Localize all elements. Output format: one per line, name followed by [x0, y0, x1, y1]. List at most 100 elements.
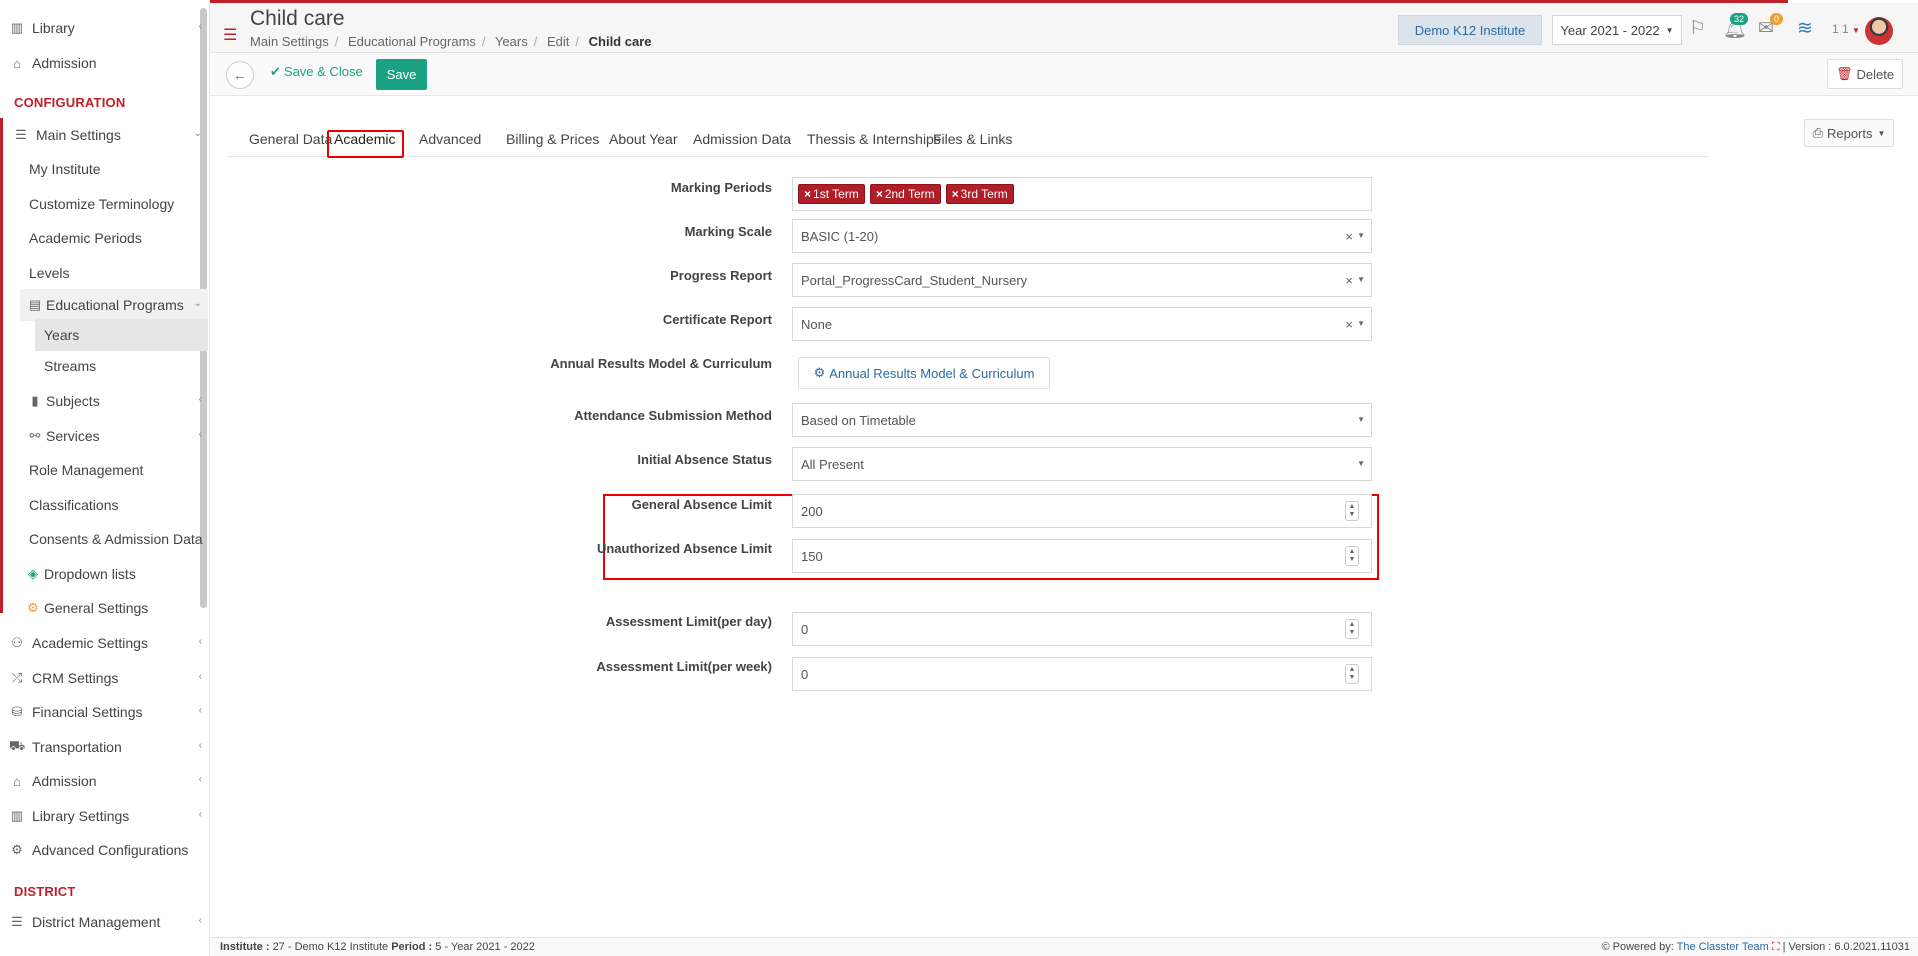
chevron-left-icon: ‹	[198, 809, 202, 820]
annual-results-button[interactable]: ⚙ Annual Results Model & Curriculum	[798, 357, 1050, 389]
classter-team-link[interactable]: The Classter Team	[1677, 941, 1769, 953]
remove-tag-icon[interactable]: ×	[876, 187, 883, 201]
sidebar-item-dropdown-lists[interactable]: ◈ Dropdown lists	[0, 558, 208, 590]
caret-down-icon: ▼	[1357, 275, 1365, 284]
sidebar-item-admission[interactable]: ⌂ Admission ‹	[0, 765, 208, 797]
sidebar-item-levels[interactable]: Levels	[0, 257, 208, 289]
sidebar-item-streams[interactable]: Streams	[0, 350, 208, 382]
notification-count-badge: 32	[1730, 13, 1749, 25]
tab-files-links[interactable]: Files & Links	[933, 131, 1012, 147]
unauthorized-absence-input[interactable]: 150 ▲ ▼	[792, 539, 1372, 573]
people-icon: ⚇	[11, 635, 23, 650]
caret-down-icon: ▼	[1357, 231, 1365, 240]
sidebar-item-academic-periods[interactable]: Academic Periods	[0, 222, 208, 254]
marking-scale-select[interactable]: BASIC (1-20) × ▼	[792, 219, 1372, 253]
clear-icon[interactable]: ×	[1345, 273, 1353, 288]
clear-icon[interactable]: ×	[1345, 317, 1353, 332]
breadcrumb-edit[interactable]: Edit	[547, 34, 569, 49]
gears-icon: ⚙	[813, 365, 826, 380]
caret-down-icon: ▼	[1357, 415, 1365, 424]
footer-powered-by: Powered by:	[1612, 941, 1674, 953]
sidebar-item-academic-settings[interactable]: ⚇ Academic Settings ‹	[0, 627, 208, 659]
footer-period-value: 5 - Year 2021 - 2022	[435, 941, 535, 953]
save-and-close-button[interactable]: ✔ Save & Close	[270, 64, 363, 80]
certificate-report-select[interactable]: None × ▼	[792, 307, 1372, 341]
sidebar-item-financial-settings[interactable]: ⛁ Financial Settings ‹	[0, 696, 208, 728]
sidebar-item-main-settings[interactable]: ☰ Main Settings ⌄	[0, 119, 208, 151]
tab-advanced[interactable]: Advanced	[419, 131, 481, 147]
save-button[interactable]: Save	[376, 59, 427, 90]
assessment-week-input[interactable]: 0 ▲ ▼	[792, 657, 1372, 691]
attendance-method-select[interactable]: Based on Timetable ▼	[792, 403, 1372, 437]
sidebar-item-educational-programs[interactable]: ▤ Educational Programs ⌄	[20, 289, 208, 321]
year-select[interactable]: Year 2021 - 2022 ▼	[1552, 15, 1682, 45]
sidebar-item-years[interactable]: Years	[35, 319, 208, 351]
sidebar-item-label: Main Settings	[36, 127, 121, 143]
institute-button[interactable]: Demo K12 Institute	[1398, 15, 1542, 45]
avatar[interactable]	[1865, 17, 1893, 45]
sidebar-item-my-institute[interactable]: My Institute	[0, 153, 208, 185]
sidebar-item-consents[interactable]: Consents & Admission Data	[0, 523, 208, 555]
sidebar-item-label: General Settings	[44, 600, 149, 616]
marking-periods-multiselect[interactable]: × 1st Term × 2nd Term × 3rd Term	[792, 177, 1372, 211]
sidebar-item-label: Academic Settings	[32, 635, 148, 651]
sidebar-item-library-settings[interactable]: ▥ Library Settings ‹	[0, 800, 208, 832]
flag-icon[interactable]: ⚐	[1689, 17, 1706, 40]
tab-general-data[interactable]: General Data	[249, 131, 332, 147]
sidebar-item-district-management[interactable]: ☰ District Management ‹	[0, 906, 208, 938]
tab-thesis-internships[interactable]: Thessis & Internships	[807, 131, 941, 147]
tab-admission-data[interactable]: Admission Data	[693, 131, 791, 147]
main-content: General Data Academic Advanced Billing &…	[210, 97, 1918, 937]
coins-icon: ⛁	[11, 704, 23, 719]
sidebar-item-subjects[interactable]: ▮ Subjects ‹	[0, 385, 208, 417]
remove-tag-icon[interactable]: ×	[952, 187, 959, 201]
bus-icon: ⛟	[8, 738, 26, 753]
institution-icon: ⌂	[13, 55, 21, 71]
breadcrumb-educational-programs[interactable]: Educational Programs	[348, 34, 476, 49]
caret-down-icon: ▼	[1357, 459, 1365, 468]
chevron-left-icon: ‹	[198, 671, 202, 682]
breadcrumb: Main Settings / Educational Programs / Yea…	[250, 34, 651, 49]
reports-button[interactable]: ⎙ Reports ▼	[1804, 119, 1894, 147]
back-button[interactable]: ←	[226, 61, 254, 89]
breadcrumb-years[interactable]: Years	[495, 34, 528, 49]
marking-period-tag[interactable]: × 3rd Term	[945, 184, 1014, 204]
caret-down-icon: ▼	[1357, 319, 1365, 328]
sidebar-item-label: Financial Settings	[32, 704, 143, 720]
sidebar-item-admission-top[interactable]: ⌂ Admission	[0, 47, 208, 79]
general-absence-input[interactable]: 200 ▲ ▼	[792, 494, 1372, 528]
sidebar-item-advanced-configurations[interactable]: ⚙ Advanced Configurations	[0, 834, 208, 866]
sidebar-item-customize-terminology[interactable]: Customize Terminology	[0, 188, 208, 220]
progress-report-select[interactable]: Portal_ProgressCard_Student_Nursery × ▼	[792, 263, 1372, 297]
marking-period-tag[interactable]: × 2nd Term	[869, 184, 941, 204]
user-name[interactable]: 1 1 ▼	[1832, 22, 1860, 36]
sidebar-item-library[interactable]: ▥ Library ‹	[0, 12, 208, 44]
sidebar-item-transportation[interactable]: ⛟ Transportation ‹	[0, 731, 208, 763]
clear-icon[interactable]: ×	[1345, 229, 1353, 244]
breadcrumb-separator: /	[481, 34, 486, 49]
delete-button[interactable]: 🗑︎ Delete	[1827, 59, 1903, 89]
marking-period-tag[interactable]: × 1st Term	[798, 184, 865, 204]
number-spinner[interactable]: ▲ ▼	[1345, 664, 1359, 684]
initial-absence-select[interactable]: All Present ▼	[792, 447, 1372, 481]
hamburger-menu-icon[interactable]: ☰	[223, 25, 237, 45]
unauthorized-absence-label: Unauthorized Absence Limit	[596, 541, 772, 556]
sidebar-item-classifications[interactable]: Classifications	[0, 489, 208, 521]
breadcrumb-separator: /	[334, 34, 339, 49]
layers-icon[interactable]: ≋	[1797, 17, 1813, 40]
sidebar-item-label: Advanced Configurations	[32, 842, 189, 858]
assessment-day-input[interactable]: 0 ▲ ▼	[792, 612, 1372, 646]
sidebar-item-services[interactable]: ⚯ Services ‹	[0, 420, 208, 452]
sidebar-item-crm-settings[interactable]: ⤮ CRM Settings ‹	[0, 662, 208, 694]
sidebar-item-role-management[interactable]: Role Management	[0, 454, 208, 486]
number-spinner[interactable]: ▲ ▼	[1345, 501, 1359, 521]
tab-billing-prices[interactable]: Billing & Prices	[506, 131, 599, 147]
number-spinner[interactable]: ▲ ▼	[1345, 546, 1359, 566]
remove-tag-icon[interactable]: ×	[804, 187, 811, 201]
assessment-day-label: Assessment Limit(per day)	[605, 614, 772, 629]
tab-about-year[interactable]: About Year	[609, 131, 678, 147]
tag-label: 3rd Term	[960, 187, 1008, 201]
number-spinner[interactable]: ▲ ▼	[1345, 619, 1359, 639]
breadcrumb-main-settings[interactable]: Main Settings	[250, 34, 329, 49]
sidebar-item-general-settings[interactable]: ⚙ General Settings	[0, 592, 208, 624]
